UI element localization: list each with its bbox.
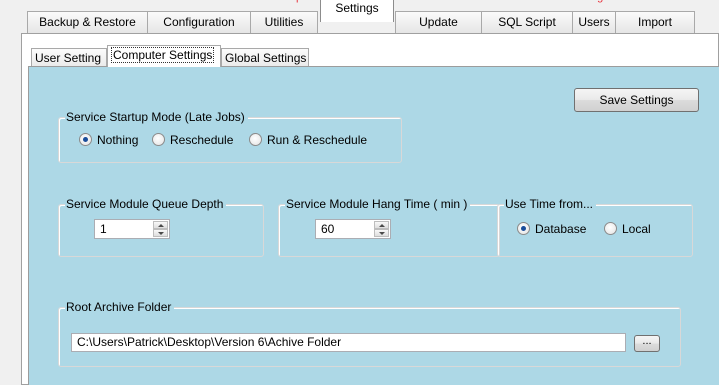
queue-depth-value: 1 — [100, 222, 107, 236]
radio-nothing-indicator — [79, 133, 92, 146]
root-archive-folder-input[interactable]: C:\Users\Patrick\Desktop\Version 6\Achiv… — [71, 333, 626, 352]
queue-depth-legend: Service Module Queue Depth — [65, 197, 227, 211]
subtab-global-settings[interactable]: Global Settings — [221, 48, 309, 68]
queue-depth-spin-buttons — [153, 221, 168, 237]
subtab-user-setting[interactable]: User Setting — [31, 48, 107, 68]
radio-reschedule-label: Reschedule — [170, 133, 234, 147]
radio-nothing-label: Nothing — [97, 133, 139, 147]
radio-database[interactable]: Database — [517, 222, 586, 236]
queue-depth-up-arrow-icon[interactable] — [153, 221, 168, 229]
radio-run-reschedule[interactable]: Run & Reschedule — [249, 133, 367, 147]
subtab-global-settings-label: Global Settings — [225, 51, 307, 65]
radio-local-indicator — [604, 222, 617, 235]
subtab-user-setting-label: User Setting — [35, 51, 102, 65]
hang-time-down-arrow-icon[interactable] — [374, 229, 389, 237]
hang-time-spin-buttons — [374, 221, 389, 237]
subtab-computer-settings-label: Computer Settings — [111, 47, 215, 63]
tab-utilities[interactable]: Utilities — [250, 11, 318, 33]
radio-database-indicator — [517, 222, 530, 235]
radio-local-label: Local — [622, 222, 651, 236]
queue-depth-stepper[interactable]: 1 — [94, 219, 170, 239]
hang-time-value: 60 — [321, 222, 335, 236]
tab-backup-restore[interactable]: Backup & Restore — [27, 11, 148, 33]
browse-folder-button[interactable]: ... — [634, 335, 660, 352]
save-settings-button[interactable]: Save Settings — [574, 88, 699, 112]
root-archive-folder-legend: Root Archive Folder — [65, 300, 175, 314]
radio-reschedule-indicator — [152, 133, 165, 146]
main-tab-bar: Backup & Restore Configuration Utilities… — [0, 0, 719, 33]
tab-import[interactable]: Import — [615, 11, 695, 33]
tab-update[interactable]: Update — [395, 11, 482, 33]
hang-time-legend: Service Module Hang Time ( min ) — [285, 197, 471, 211]
radio-run-reschedule-label: Run & Reschedule — [267, 133, 368, 147]
tab-users[interactable]: Users — [572, 11, 616, 33]
radio-run-reschedule-indicator — [249, 133, 262, 146]
radio-nothing[interactable]: Nothing — [79, 133, 138, 147]
hang-time-up-arrow-icon[interactable] — [374, 221, 389, 229]
queue-depth-down-arrow-icon[interactable] — [153, 229, 168, 237]
tab-configuration[interactable]: Configuration — [147, 11, 251, 33]
use-time-from-legend: Use Time from... — [504, 197, 597, 211]
service-startup-mode-legend: Service Startup Mode (Late Jobs) — [65, 110, 248, 124]
subtab-computer-settings[interactable]: Computer Settings — [107, 45, 221, 67]
radio-database-label: Database — [535, 222, 587, 236]
radio-reschedule[interactable]: Reschedule — [152, 133, 233, 147]
tab-sql-script[interactable]: SQL Script — [481, 11, 573, 33]
hang-time-stepper[interactable]: 60 — [315, 219, 391, 239]
radio-local[interactable]: Local — [604, 222, 651, 236]
tab-settings[interactable]: Settings — [320, 0, 394, 22]
